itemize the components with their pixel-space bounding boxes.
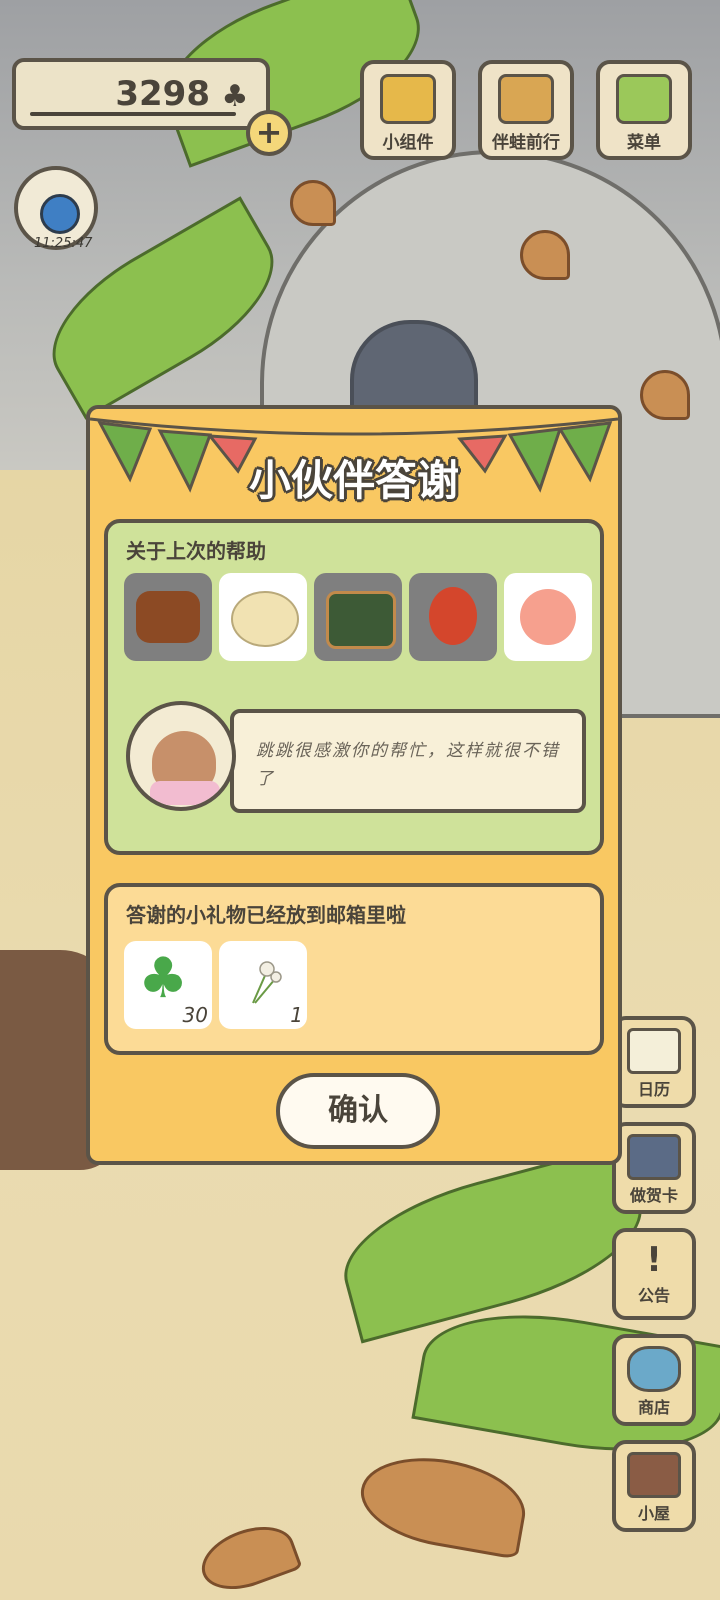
clover-balance: 3298 ♣ [12,58,270,130]
ivy-leaf [520,230,570,280]
gift-heading: 答谢的小礼物已经放到邮箱里啦 [126,903,406,927]
widget-label: 小组件 [382,133,434,153]
notice-label: 公告 [637,1286,670,1305]
journey-button[interactable]: 伴蛙前行 [478,60,574,160]
food-item [219,573,307,661]
soba-bowl-icon [326,591,396,649]
menu-cards-icon [616,74,672,124]
notice-icon: ! [646,1240,662,1280]
food-list [124,573,594,663]
gift-count: 30 [182,1003,208,1027]
clover-icon: ♣ [221,79,249,114]
clover-icon: ♣ [138,946,189,1011]
help-heading: 关于上次的帮助 [126,539,266,563]
confirm-button[interactable]: 确认 [276,1073,440,1149]
house-button[interactable]: 小屋 [612,1440,696,1532]
add-clover-button[interactable]: + [246,110,292,156]
gift-item: 1 [219,941,307,1029]
calendar-label: 日历 [637,1080,670,1099]
clover-count: 3298 [115,74,210,114]
journey-icon [498,74,554,124]
meat-skewer-icon [136,591,200,643]
calendar-button[interactable]: 日历 [612,1016,696,1108]
thanks-message: 跳跳很感激你的帮忙，这样就很不错了 [256,741,560,789]
notice-button[interactable]: ! 公告 [612,1228,696,1320]
penguin-icon [40,194,80,234]
mango-icon [429,587,477,645]
gift-section: 答谢的小礼物已经放到邮箱里啦 ♣ 30 1 [104,883,604,1055]
ivy-leaf [290,180,336,226]
food-item [409,573,497,661]
house-label: 小屋 [637,1504,670,1523]
gift-item: ♣ 30 [124,941,212,1029]
shop-label: 商店 [637,1398,670,1417]
greeting-card-label: 做贺卡 [629,1186,678,1205]
thanks-dialog: 小伙伴答谢 关于上次的帮助 跳跳很感激你的帮忙，这样就很不错了 答谢的小礼物已经… [86,405,622,1165]
speech-bubble: 跳跳很感激你的帮忙，这样就很不错了 [230,709,586,813]
shop-button[interactable]: 商店 [612,1334,696,1426]
widget-button[interactable]: 小组件 [360,60,456,160]
clock-time: 11:25:47 [34,236,93,251]
gift-count: 1 [290,1003,303,1027]
food-item [314,573,402,661]
help-section: 关于上次的帮助 跳跳很感激你的帮忙，这样就很不错了 [104,519,604,855]
greeting-card-button[interactable]: 做贺卡 [612,1122,696,1214]
greeting-card-icon [627,1134,681,1180]
menu-label: 菜单 [627,133,661,153]
dandelion-icon [252,961,282,1004]
scarf-icon [150,781,220,805]
food-item [504,573,592,661]
house-icon [627,1452,681,1498]
squirrel-avatar [126,701,236,811]
dialog-title: 小伙伴答谢 [248,456,459,505]
food-item [124,573,212,661]
menu-button[interactable]: 菜单 [596,60,692,160]
divider [30,112,236,116]
ivy-leaf [640,370,690,420]
noodle-plate-icon [231,591,299,647]
journey-label: 伴蛙前行 [492,133,560,153]
shop-bag-icon [627,1346,681,1392]
peach-icon [520,589,576,645]
calendar-icon [627,1028,681,1074]
widget-icon [380,74,436,124]
